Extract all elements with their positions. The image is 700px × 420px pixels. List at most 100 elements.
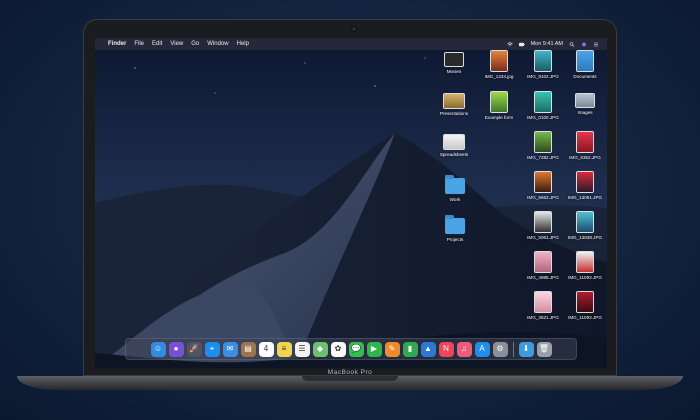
desktop-icon-label: IMG_11093.JPG [568, 315, 602, 320]
menu-finder[interactable]: Finder [108, 38, 126, 50]
desktop-icon-label: Example form [484, 115, 514, 120]
desktop-icon-label: IMG_6352.JPG [569, 155, 601, 160]
music-icon[interactable]: ♫ [456, 341, 472, 357]
numbers-icon[interactable]: ▮ [402, 341, 418, 357]
screen: Finder File Edit View Go Window Help Mon… [95, 38, 607, 368]
contacts-icon[interactable]: ▤ [240, 341, 256, 357]
finder-icon[interactable]: ☺ [150, 341, 166, 357]
photo-thumbnail-icon [577, 212, 593, 232]
desktop-icon-label: Presentations [439, 111, 469, 116]
photo-thumbnail-icon [535, 172, 551, 192]
keynote-icon[interactable]: ▲ [420, 341, 436, 357]
status-area: Mon 9:41 AM [506, 41, 599, 47]
movies-folder-icon [445, 53, 463, 66]
photo-thumbnail-icon [535, 132, 551, 152]
desktop-icon-img-5061[interactable]: IMG_5061.JPG [521, 212, 565, 240]
desktop-icon-movies[interactable]: Movies [432, 53, 476, 74]
desktop-icon-img-5663[interactable]: IMG_5663.JPG [521, 172, 565, 200]
camera-icon [352, 27, 356, 31]
menu-window[interactable]: Window [207, 38, 228, 50]
desktop-icon-work[interactable]: Work [433, 175, 477, 202]
photo-thumbnail-icon [491, 92, 507, 112]
desktop-icon-img-6352[interactable]: IMG_6352.JPG [563, 132, 607, 160]
desktop-icon-label: IMG_1234.jpg [484, 74, 514, 79]
folder-icon [445, 215, 465, 234]
folder-icon [576, 94, 594, 107]
battery-icon[interactable] [518, 42, 525, 47]
menu-bar: Finder File Edit View Go Window Help Mon… [95, 38, 607, 50]
desktop-icon-img-7282[interactable]: IMG_7282.JPG [521, 132, 565, 160]
news-icon[interactable]: N [438, 341, 454, 357]
stack-icon [444, 94, 464, 108]
desktop-icon-img-1234[interactable]: IMG_1234.jpg [477, 51, 521, 79]
app-store-icon[interactable]: A [474, 341, 490, 357]
desktop-icon-example-form[interactable]: Example form [477, 92, 521, 120]
messages-icon[interactable]: 💬 [348, 341, 364, 357]
calendar-icon[interactable]: 4 [258, 341, 274, 357]
desktop-icon-label: IMG_9102.JPG [527, 74, 559, 79]
clock[interactable]: Mon 9:41 AM [531, 41, 563, 47]
menu-edit[interactable]: Edit [152, 38, 162, 50]
desktop-icon-label: IMG_3621.JPG [527, 315, 559, 320]
desktop-icon-spreadsheets[interactable]: Spreadsheets [432, 135, 476, 157]
pages-icon[interactable]: ✎ [384, 341, 400, 357]
desktop-icon-img-0100[interactable]: IMG_0100.JPG [521, 92, 565, 120]
desktop-icon-img-11093-b[interactable]: IMG_11093.JPG [563, 292, 607, 320]
system-preferences-icon[interactable]: ⚙ [492, 341, 508, 357]
desktop-icon-label: IMG_13091.JPG [567, 195, 603, 200]
downloads-folder-icon[interactable]: ⬇ [518, 341, 534, 357]
desktop-icon-label: IMG_4985.JPG [527, 275, 559, 280]
desktop-icon-label: Images [577, 110, 593, 115]
desktop-icon-img-3621[interactable]: IMG_3621.JPG [521, 292, 565, 320]
photo-thumbnail-icon [535, 252, 551, 272]
desktop-icon-label: IMG_0100.JPG [527, 115, 559, 120]
desktop-icon-label: IMG_11093.JPG [568, 275, 602, 280]
facetime-icon[interactable]: ▶ [366, 341, 382, 357]
desktop-icon-img-13091[interactable]: IMG_13091.JPG [563, 172, 607, 200]
mail-icon[interactable]: ✉ [222, 341, 238, 357]
siri-menu-icon[interactable] [581, 42, 587, 47]
photo-thumbnail-icon [535, 292, 551, 312]
desktop-icon-label: IMG_5663.JPG [527, 195, 559, 200]
search-icon[interactable] [569, 41, 575, 47]
folder-icon [445, 175, 465, 194]
desktop-icon-img-9102[interactable]: IMG_9102.JPG [521, 51, 565, 79]
dock: ☺ ● 🚀 ⌖ ✉ ▤ 4 ≡ ☰ ◆ ✿ 💬 ▶ ✎ ▮ ▲ N ♫ A ⚙ ⬇ 🗑 [125, 338, 577, 360]
photo-thumbnail-icon [535, 51, 551, 71]
menu-view[interactable]: View [170, 38, 183, 50]
safari-icon[interactable]: ⌖ [204, 341, 220, 357]
desktop-icon-label: Work [449, 197, 461, 202]
wifi-icon[interactable] [506, 41, 513, 47]
menu-go[interactable]: Go [191, 38, 199, 50]
menu-help[interactable]: Help [237, 38, 249, 50]
stack-icon [444, 135, 464, 149]
brand-label: MacBook Pro [327, 369, 373, 376]
desktop-icon-img-11093[interactable]: IMG_11093.JPG [563, 252, 607, 280]
desktop-icon-label: IMG_5061.JPG [527, 235, 559, 240]
photo-thumbnail-icon [535, 212, 551, 232]
desktop-icon-images[interactable]: Images [563, 94, 607, 115]
laptop-notch [302, 376, 398, 381]
desktop-icon-img-4985[interactable]: IMG_4985.JPG [521, 252, 565, 280]
notification-center-icon[interactable] [593, 42, 599, 47]
photos-icon[interactable]: ✿ [330, 341, 346, 357]
desktop-icon-label: Movies [446, 69, 462, 74]
photo-thumbnail-icon [577, 132, 593, 152]
maps-icon[interactable]: ◆ [312, 341, 328, 357]
desktop-icon-projects[interactable]: Projects [433, 215, 477, 242]
desktop-icon-presentations[interactable]: Presentations [432, 94, 476, 116]
menu-file[interactable]: File [134, 38, 144, 50]
reminders-icon[interactable]: ☰ [294, 341, 310, 357]
photo-thumbnail-icon [577, 172, 593, 192]
trash-icon[interactable]: 🗑 [536, 341, 552, 357]
notes-icon[interactable]: ≡ [276, 341, 292, 357]
siri-icon[interactable]: ● [168, 341, 184, 357]
launchpad-icon[interactable]: 🚀 [186, 341, 202, 357]
desktop-icon-documents[interactable]: Documents [563, 51, 607, 79]
desktop-icon-label: IMG_13838.JPG [567, 235, 603, 240]
desktop-icon-img-13838[interactable]: IMG_13838.JPG [563, 212, 607, 240]
photo-thumbnail-icon [577, 292, 593, 312]
photo-thumbnail-icon [535, 92, 551, 112]
photo-thumbnail-icon [577, 252, 593, 272]
desktop-icon-label: Documents [573, 74, 597, 79]
